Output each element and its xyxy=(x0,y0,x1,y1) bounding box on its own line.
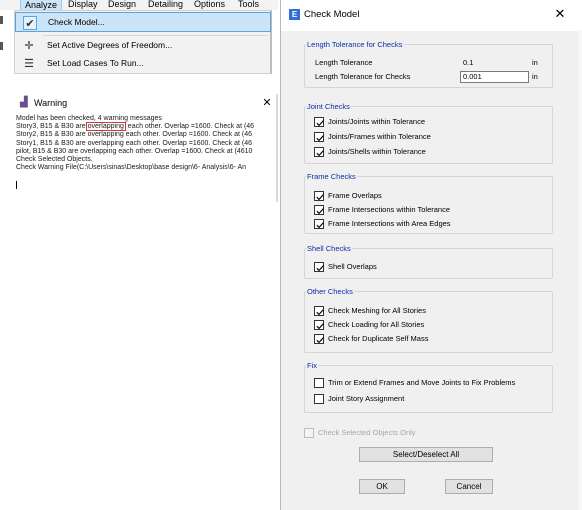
length-tolerance-checks-label: Length Tolerance for Checks xyxy=(315,72,411,81)
cancel-button[interactable]: Cancel xyxy=(445,479,493,494)
warning-line: Check Selected Objects. xyxy=(16,156,93,164)
checkbox-label: Shell Overlaps xyxy=(328,262,377,271)
dialog-right-edge xyxy=(578,30,582,510)
menu-options[interactable]: Options xyxy=(194,0,225,9)
checkbox-label: Joints/Joints within Tolerance xyxy=(328,117,425,126)
menu-item-label: Set Active Degrees of Freedom... xyxy=(47,40,173,50)
checkbox-label: Check Meshing for All Stories xyxy=(328,306,426,315)
menu-item-check-model[interactable]: ✔ Check Model... xyxy=(15,12,271,32)
checkbox-box[interactable] xyxy=(314,394,324,404)
checkbox-box[interactable] xyxy=(314,191,324,201)
checkbox-box[interactable] xyxy=(304,428,314,438)
length-tolerance-label: Length Tolerance xyxy=(315,58,373,67)
checkbox-box[interactable] xyxy=(314,320,324,330)
group-caption: Other Checks xyxy=(306,287,354,296)
checkbox-label: Frame Overlaps xyxy=(328,191,382,200)
menu-design[interactable]: Design xyxy=(108,0,136,9)
group-frame-checks: Frame Checks Frame Overlaps Frame Inters… xyxy=(304,172,553,234)
length-tolerance-checks-unit: in xyxy=(532,72,538,81)
checkbox-box[interactable] xyxy=(314,132,324,142)
checkbox-label: Joints/Shells within Tolerance xyxy=(328,147,426,156)
warning-line: Check Warning File(C:\Users\sinas\Deskto… xyxy=(16,164,247,172)
menu-tools[interactable]: Tools xyxy=(238,0,259,9)
list-icon: ☰ xyxy=(24,58,34,70)
warning-title-bar: ▟ Warning ✕ xyxy=(14,94,278,112)
checkbox-box[interactable] xyxy=(314,262,324,272)
dof-axes-icon: ✛ xyxy=(24,40,34,52)
checkbox-box[interactable] xyxy=(314,306,324,316)
menu-analyze[interactable]: Analyze xyxy=(20,0,63,10)
group-caption: Shell Checks xyxy=(306,244,352,253)
menu-display[interactable]: Display xyxy=(68,0,98,9)
group-other-checks: Other Checks Check Meshing for All Stori… xyxy=(304,287,553,353)
checkbox-box[interactable] xyxy=(314,334,324,344)
checkmark-icon: ✔ xyxy=(23,16,37,30)
menu-item-label: Check Model... xyxy=(48,17,105,27)
warning-app-icon: ▟ xyxy=(20,97,28,108)
warning-messages[interactable]: Model has been checked, 4 warning messag… xyxy=(16,115,278,172)
left-edge-marks xyxy=(0,14,4,50)
text-cursor xyxy=(16,181,17,189)
warning-window-edge xyxy=(276,94,278,202)
menu-detailing[interactable]: Detailing xyxy=(148,0,183,9)
checkbox-box[interactable] xyxy=(314,219,324,229)
group-length-tolerance: Length Tolerance for Checks Length Toler… xyxy=(304,40,553,88)
checkbox-label: Trim or Extend Frames and Move Joints to… xyxy=(328,378,516,387)
warning-line: Story3, B15 & B30 are overlapping each ot… xyxy=(16,122,278,132)
check-model-dialog: E Check Model ✕ Length Tolerance for Che… xyxy=(280,0,582,510)
menu-bar: Analyze Display Design Detailing Options… xyxy=(0,0,278,10)
group-joint-checks: Joint Checks Joints/Joints within Tolera… xyxy=(304,102,553,164)
close-icon[interactable]: ✕ xyxy=(260,96,274,109)
close-icon[interactable]: ✕ xyxy=(551,6,569,22)
checkbox-label: Frame Intersections within Tolerance xyxy=(328,205,450,214)
screen: { "menubar": { "items": ["Analyze", "Dis… xyxy=(0,0,582,510)
checkbox-label: Check Loading for All Stories xyxy=(328,320,425,329)
warning-title: Warning xyxy=(34,98,68,108)
checkbox-label: Joints/Frames within Tolerance xyxy=(328,132,431,141)
warning-line: Story2, B15 & B30 are overlapping each o… xyxy=(16,131,253,139)
warning-text: Story3, B15 & B30 are xyxy=(16,123,86,131)
menu-item-set-load-cases[interactable]: ☰ Set Load Cases To Run... xyxy=(15,54,271,74)
highlighted-word: overlapping xyxy=(85,122,126,132)
etabs-app-icon: E xyxy=(289,9,300,20)
length-tolerance-checks-input[interactable]: 0.001 xyxy=(460,71,529,83)
checkbox-label: Frame Intersections with Area Edges xyxy=(328,219,451,228)
checkbox-box[interactable] xyxy=(314,147,324,157)
checkbox-label: Check Selected Objects Only xyxy=(318,428,416,437)
menu-item-label: Set Load Cases To Run... xyxy=(47,58,144,68)
menu-item-set-active-dof[interactable]: ✛ Set Active Degrees of Freedom... xyxy=(15,36,271,56)
warning-window: ▟ Warning ✕ Model has been checked, 4 wa… xyxy=(14,94,278,202)
group-shell-checks: Shell Checks Shell Overlaps xyxy=(304,244,553,279)
group-caption: Joint Checks xyxy=(306,102,351,111)
group-caption: Length Tolerance for Checks xyxy=(306,40,404,49)
warning-line: pilot, B15 & B30 are overlapping each ot… xyxy=(16,147,253,155)
checkbox-box[interactable] xyxy=(314,205,324,215)
select-deselect-all-button[interactable]: Select/Deselect All xyxy=(359,447,493,462)
checkbox-box[interactable] xyxy=(314,117,324,127)
warning-text: each other. Overlap =1600. Check at (46 xyxy=(125,123,255,131)
length-tolerance-value: 0.1 xyxy=(463,58,474,67)
warning-line: Model has been checked, 4 warning messag… xyxy=(16,115,162,122)
dialog-title-bar: E Check Model ✕ xyxy=(281,0,582,31)
group-fix: Fix Trim or Extend Frames and Move Joint… xyxy=(304,361,553,413)
group-caption: Fix xyxy=(306,361,318,370)
warning-line: Story1, B15 & B30 are overlapping each o… xyxy=(16,139,253,147)
ok-button[interactable]: OK xyxy=(359,479,405,494)
length-tolerance-unit: in xyxy=(532,58,538,67)
checkbox-label: Joint Story Assignment xyxy=(328,394,405,403)
checkbox-label: Check for Duplicate Self Mass xyxy=(328,334,429,343)
checkbox-box[interactable] xyxy=(314,378,324,388)
group-caption: Frame Checks xyxy=(306,172,357,181)
dialog-title: Check Model xyxy=(304,9,360,20)
analyze-dropdown-menu: ✔ Check Model... ✛ Set Active Degrees of… xyxy=(14,10,272,74)
